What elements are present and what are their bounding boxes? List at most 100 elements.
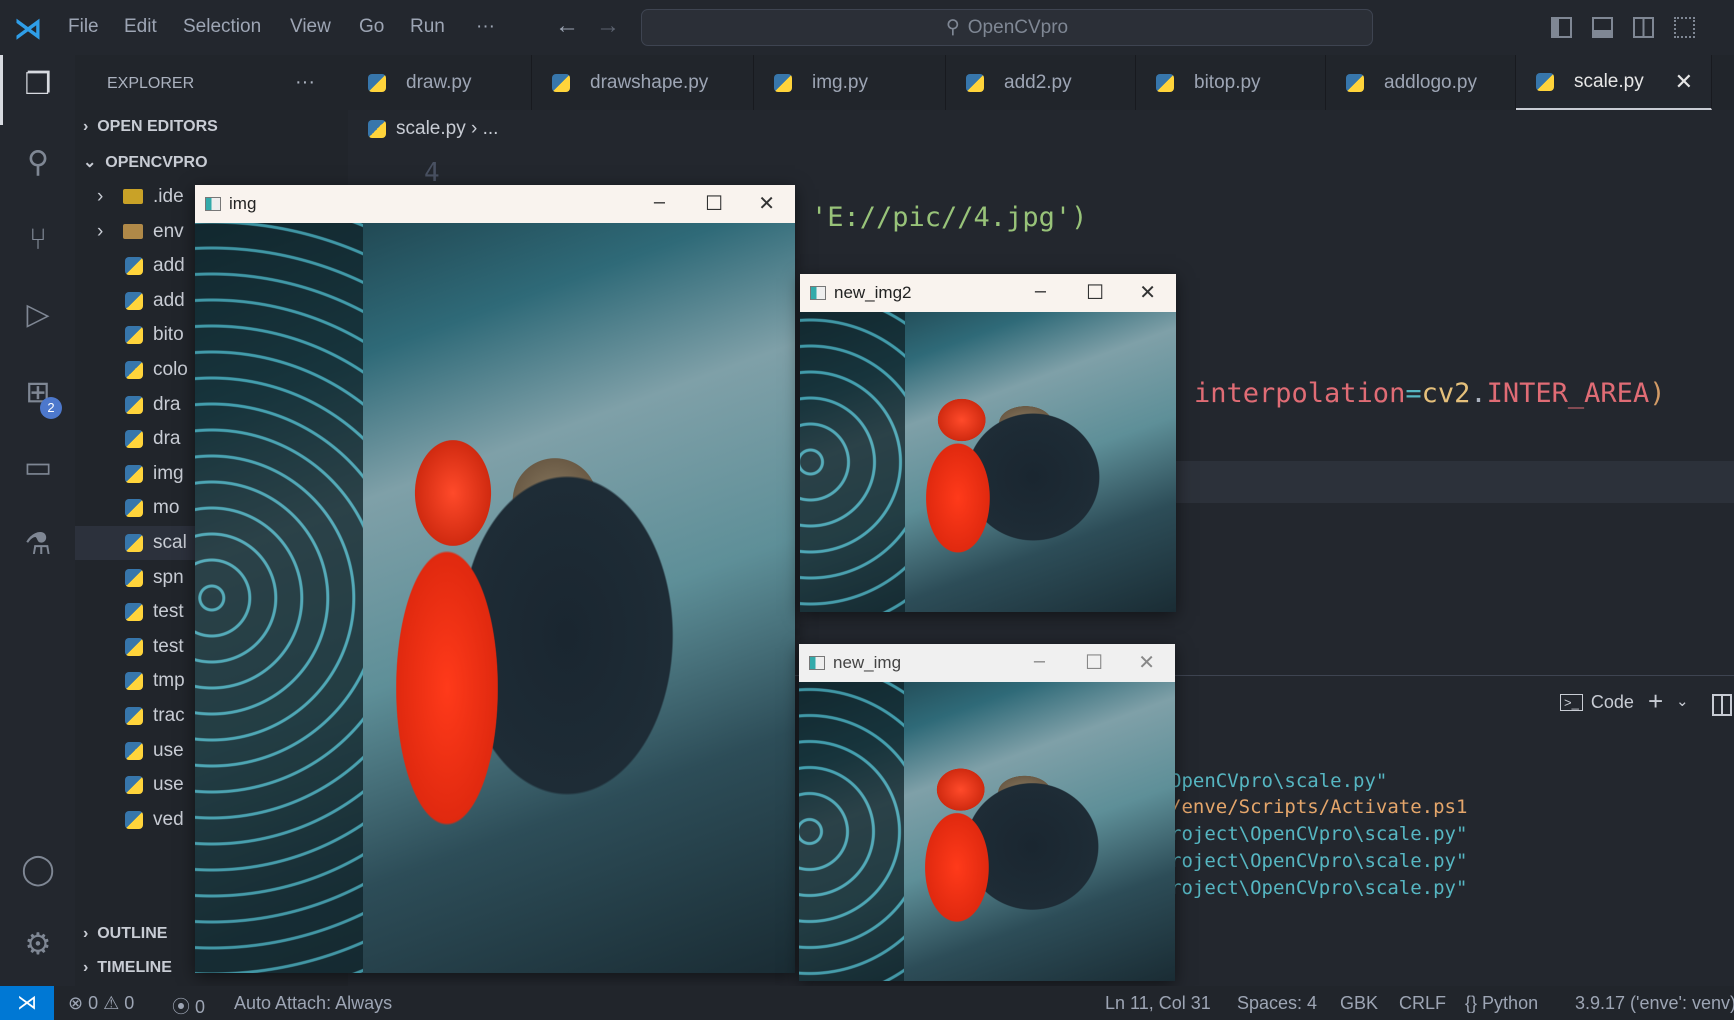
eol-status[interactable]: CRLF [1399, 993, 1446, 1014]
testing-icon[interactable]: ⚗ [18, 525, 58, 565]
minimize-icon[interactable]: – [1035, 280, 1046, 303]
tab-scale[interactable]: scale.py ✕ [1516, 55, 1712, 110]
tab-label: draw.py [406, 71, 472, 93]
vscode-logo-icon: ⋊ [14, 13, 42, 44]
outline-section[interactable]: › OUTLINE [83, 925, 167, 943]
cursor-position[interactable]: Ln 11, Col 31 [1105, 993, 1211, 1014]
window-title: new_img2 [834, 283, 912, 302]
close-tab-icon[interactable]: ✕ [1675, 69, 1693, 95]
breadcrumb-rest: ... [482, 118, 499, 139]
terminal-dropdown-chevron-icon[interactable]: ⌄ [1676, 692, 1689, 710]
menu-view[interactable]: View [290, 16, 331, 38]
python-icon [125, 603, 143, 622]
file-name: colo [153, 359, 188, 380]
python-icon [1156, 73, 1174, 92]
terminal-line: /enve/Scripts/Activate.ps1 [1170, 796, 1468, 818]
ports-indicator[interactable]: ⦿ 0 [172, 993, 205, 1019]
file-name: mo [153, 497, 180, 519]
window-app-icon [205, 197, 221, 211]
tab-draw[interactable]: draw.py [348, 55, 532, 110]
python-icon [966, 73, 984, 92]
forward-arrow-icon[interactable]: → [596, 12, 620, 40]
python-icon [1536, 72, 1554, 91]
problems-indicator[interactable]: ⊗ 0 ⚠ 0 [68, 993, 134, 1014]
account-icon[interactable]: ◯ [18, 850, 58, 890]
remote-indicator-icon[interactable]: ⋊ [0, 986, 54, 1020]
back-arrow-icon[interactable]: ← [555, 12, 579, 40]
python-icon [125, 810, 143, 829]
tab-label: add2.py [1004, 71, 1072, 93]
terminal-line: roject\OpenCVpro\scale.py" [1170, 823, 1468, 845]
chevron-right-icon: › [97, 186, 104, 207]
window-titlebar[interactable]: img – ☐ ✕ [195, 185, 795, 223]
open-editors-section[interactable]: › OPEN EDITORS [83, 118, 218, 136]
search-icon: ⚲ [945, 17, 960, 38]
file-name: scal [153, 532, 187, 553]
timeline-section[interactable]: › TIMELINE [83, 959, 172, 977]
file-name: add [153, 289, 185, 311]
toggle-secondary-sidebar-icon[interactable] [1633, 17, 1654, 38]
tab-add2[interactable]: add2.py [946, 55, 1136, 110]
search-label: OpenCVpro [967, 16, 1069, 38]
menu-go[interactable]: Go [359, 16, 384, 38]
explorer-more-button[interactable]: ··· [295, 71, 315, 94]
menu-file[interactable]: File [68, 16, 99, 38]
window-titlebar[interactable]: new_img – ☐ ✕ [799, 644, 1175, 682]
run-debug-icon[interactable]: ▷ [18, 295, 58, 335]
toggle-panel-icon[interactable] [1592, 17, 1613, 38]
opencv-window-img[interactable]: img – ☐ ✕ [195, 185, 795, 973]
tab-label: scale.py [1574, 70, 1644, 92]
auto-attach-status[interactable]: Auto Attach: Always [234, 993, 392, 1014]
python-icon [125, 291, 143, 310]
close-icon[interactable]: ✕ [758, 191, 775, 216]
tab-label: img.py [812, 71, 868, 93]
project-section[interactable]: ⌄ OPENCVPRO [83, 152, 208, 172]
tab-bitop[interactable]: bitop.py [1136, 55, 1326, 110]
minimize-icon[interactable]: – [1034, 650, 1045, 673]
menu-edit[interactable]: Edit [124, 16, 157, 38]
file-name: ved [153, 808, 184, 830]
python-icon [125, 464, 143, 483]
file-name: use [153, 774, 184, 796]
minimize-icon[interactable]: – [654, 191, 665, 214]
chevron-right-icon: › [97, 220, 104, 242]
new-terminal-plus-icon[interactable]: + [1648, 686, 1663, 717]
terminal-selector[interactable]: >_ Code [1560, 692, 1634, 713]
menu-selection[interactable]: Selection [183, 16, 261, 38]
maximize-icon[interactable]: ☐ [1085, 650, 1103, 675]
file-name: trac [153, 705, 185, 726]
opencv-window-new-img[interactable]: new_img – ☐ ✕ [799, 644, 1175, 981]
close-icon[interactable]: ✕ [1138, 650, 1155, 675]
settings-gear-icon[interactable]: ⚙ [18, 925, 58, 965]
file-name: test [153, 635, 184, 657]
source-control-icon[interactable]: ⑂ [18, 220, 58, 260]
tab-addlogo[interactable]: addlogo.py [1326, 55, 1516, 110]
encoding-status[interactable]: GBK [1340, 993, 1378, 1014]
tab-img[interactable]: img.py [754, 55, 946, 110]
language-mode[interactable]: {} Python [1465, 993, 1538, 1014]
maximize-icon[interactable]: ☐ [1086, 280, 1104, 305]
code-token: ) [1649, 378, 1666, 409]
toggle-primary-sidebar-icon[interactable] [1551, 17, 1572, 38]
menu-run[interactable]: Run [410, 16, 445, 38]
search-icon[interactable]: ⚲ [18, 143, 58, 183]
opencv-window-new-img2[interactable]: new_img2 – ☐ ✕ [800, 274, 1176, 612]
close-icon[interactable]: ✕ [1139, 280, 1156, 305]
split-terminal-icon[interactable] [1712, 694, 1732, 716]
explorer-icon[interactable]: ❐ [18, 65, 58, 105]
command-center-search[interactable]: ⚲ OpenCVpro [641, 9, 1373, 46]
window-title: img [229, 194, 257, 213]
menu-more[interactable]: ··· [476, 16, 495, 38]
file-name: img [153, 462, 184, 484]
ports-count: 0 [195, 997, 206, 1017]
remote-explorer-icon[interactable]: ▭ [18, 448, 58, 488]
breadcrumb[interactable]: scale.py › ... [368, 118, 498, 140]
maximize-icon[interactable]: ☐ [705, 191, 723, 216]
indentation-status[interactable]: Spaces: 4 [1237, 993, 1317, 1014]
window-titlebar[interactable]: new_img2 – ☐ ✕ [800, 274, 1176, 312]
tab-label: drawshape.py [590, 71, 709, 93]
tab-drawshape[interactable]: drawshape.py [532, 55, 754, 110]
python-icon [125, 741, 143, 760]
customize-layout-icon[interactable] [1674, 17, 1695, 38]
python-interpreter[interactable]: 3.9.17 ('enve': venv) [1575, 993, 1734, 1014]
